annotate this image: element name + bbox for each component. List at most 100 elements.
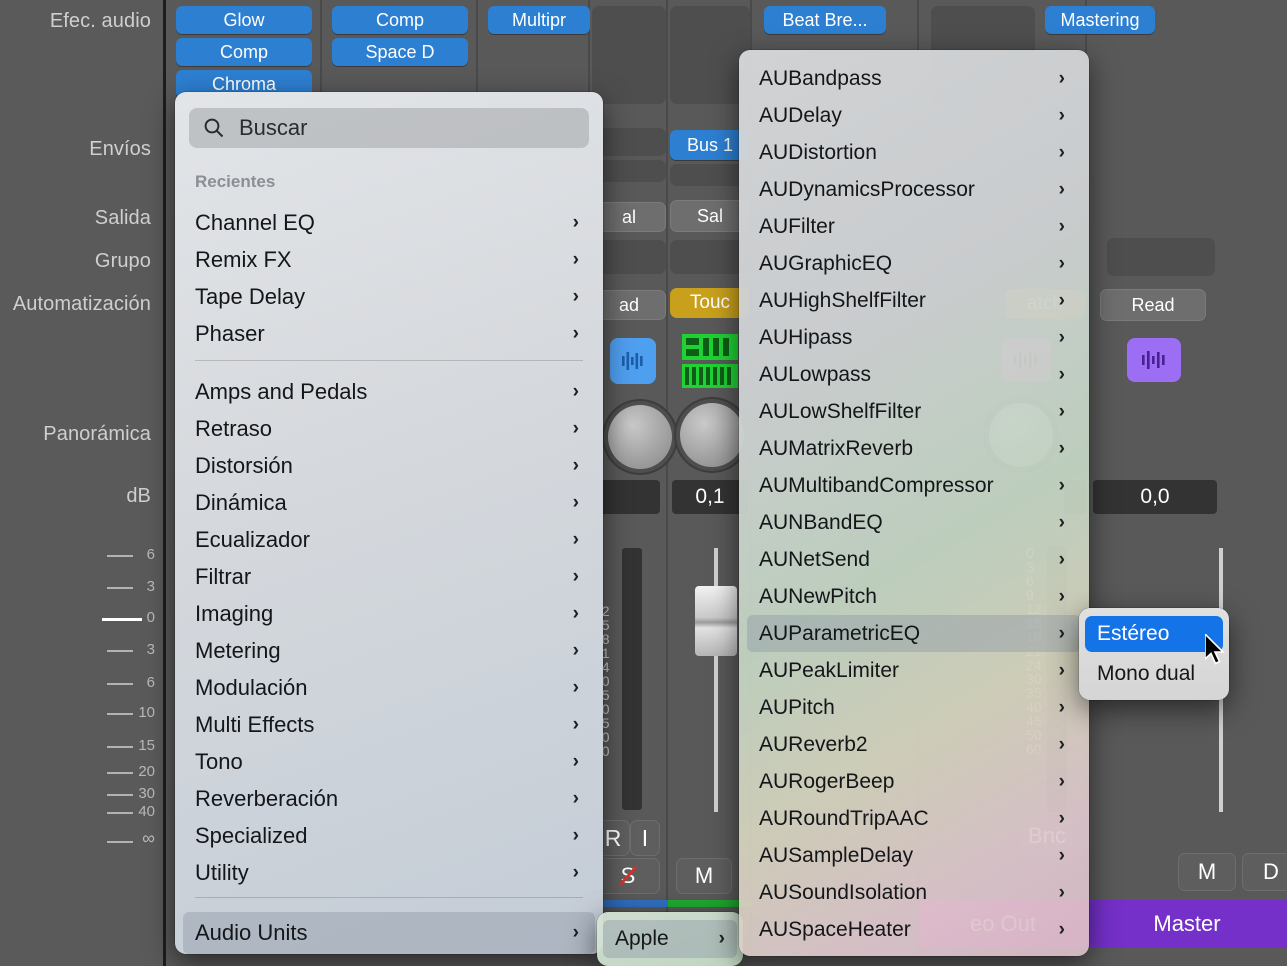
volume-fader[interactable] <box>695 586 737 656</box>
plugin-slot[interactable]: Comp <box>332 6 468 34</box>
track-icon[interactable] <box>682 364 738 388</box>
automation-mode-button[interactable]: Read <box>1100 289 1206 321</box>
menu-item-imaging[interactable]: Imaging › <box>183 595 595 633</box>
menu-item-phaser[interactable]: Phaser › <box>183 315 595 353</box>
menu-item-audistortion[interactable]: AUDistortion › <box>747 134 1081 171</box>
menu-item-aurogerbeep[interactable]: AURogerBeep › <box>747 763 1081 800</box>
automation-mode-button[interactable]: Touc <box>670 288 750 318</box>
menu-item-ausampledelay[interactable]: AUSampleDelay › <box>747 837 1081 874</box>
menu-item-aumatrixreverb[interactable]: AUMatrixReverb › <box>747 430 1081 467</box>
search-input[interactable]: Buscar <box>189 108 589 148</box>
menu-item-aumultibandcompressor[interactable]: AUMultibandCompressor › <box>747 467 1081 504</box>
menu-item-auspaceheater[interactable]: AUSpaceHeater › <box>747 911 1081 948</box>
menu-item-filtrar[interactable]: Filtrar › <box>183 558 595 596</box>
pan-value[interactable] <box>598 480 660 514</box>
menu-item-auparametriceq[interactable]: AUParametricEQ › <box>747 615 1081 652</box>
menu-item-channel-eq[interactable]: Channel EQ › <box>183 204 595 242</box>
menu-item-mono-dual[interactable]: Mono dual <box>1085 656 1223 692</box>
mute-button[interactable]: M <box>676 858 732 894</box>
plugin-slot[interactable]: Mastering <box>1045 6 1155 34</box>
pan-knob[interactable] <box>608 405 672 469</box>
audio-units-plugin-menu[interactable]: AUBandpass › AUDelay › AUDistortion › AU… <box>739 50 1089 956</box>
menu-item-amps-and-pedals[interactable]: Amps and Pedals › <box>183 373 595 411</box>
output-button[interactable]: Sal <box>670 200 750 232</box>
input-monitor-button[interactable]: I <box>630 820 660 856</box>
mute-button[interactable]: M <box>1178 853 1236 891</box>
menu-item-distorsion[interactable]: Distorsión › <box>183 447 595 485</box>
channel-strip-master[interactable]: Read 0,0 M D Master <box>1087 0 1287 948</box>
db-tick: 6 <box>147 674 155 691</box>
menu-item-estereo[interactable]: Estéreo <box>1085 616 1223 652</box>
manufacturer-submenu[interactable]: Apple › <box>597 912 743 966</box>
menu-item-aulowpass[interactable]: AULowpass › <box>747 356 1081 393</box>
track-icon[interactable] <box>682 334 738 360</box>
plugin-slot[interactable]: Comp <box>176 38 312 66</box>
track-name[interactable]: Master <box>1087 900 1287 948</box>
plugin-slot[interactable]: Multipr <box>488 6 590 34</box>
empty-plugin-slot[interactable] <box>1107 238 1215 276</box>
menu-item-label: AUHighShelfFilter <box>759 289 926 313</box>
output-button[interactable]: al <box>592 202 666 232</box>
plugin-slot[interactable]: Glow <box>176 6 312 34</box>
menu-item-label: Tono <box>195 749 243 775</box>
menu-item-aufilter[interactable]: AUFilter › <box>747 208 1081 245</box>
track-icon[interactable] <box>1127 338 1181 382</box>
menu-item-dinamica[interactable]: Dinámica › <box>183 484 595 522</box>
menu-item-label: AUMultibandCompressor <box>759 474 994 498</box>
solo-button[interactable]: S <box>596 858 660 894</box>
dim-button[interactable]: D <box>1242 853 1287 891</box>
menu-item-audio-units[interactable]: Audio Units › <box>183 912 595 954</box>
empty-plugin-slot[interactable] <box>592 6 666 104</box>
menu-item-apple[interactable]: Apple › <box>603 920 737 958</box>
pan-knob[interactable] <box>680 403 744 467</box>
track-icon[interactable] <box>610 338 656 384</box>
menu-item-aunetsend[interactable]: AUNetSend › <box>747 541 1081 578</box>
send-slot[interactable] <box>592 128 666 156</box>
menu-item-retraso[interactable]: Retraso › <box>183 410 595 448</box>
menu-item-ecualizador[interactable]: Ecualizador › <box>183 521 595 559</box>
menu-item-aubandpass[interactable]: AUBandpass › <box>747 60 1081 97</box>
menu-item-auroundtripaac[interactable]: AURoundTripAAC › <box>747 800 1081 837</box>
menu-item-remix-fx[interactable]: Remix FX › <box>183 241 595 279</box>
send-slot[interactable]: Bus 1 <box>670 130 750 160</box>
menu-item-audelay[interactable]: AUDelay › <box>747 97 1081 134</box>
automation-mode-button[interactable]: ad <box>592 290 666 320</box>
menu-item-augraphiceq[interactable]: AUGraphicEQ › <box>747 245 1081 282</box>
group-slot[interactable] <box>592 240 666 274</box>
chevron-right-icon: › <box>573 922 579 944</box>
menu-item-reverberacion[interactable]: Reverberación › <box>183 780 595 818</box>
chevron-right-icon: › <box>1059 290 1065 312</box>
menu-item-ausoundisolation[interactable]: AUSoundIsolation › <box>747 874 1081 911</box>
chevron-right-icon: › <box>1059 660 1065 682</box>
menu-item-aupitch[interactable]: AUPitch › <box>747 689 1081 726</box>
menu-item-tape-delay[interactable]: Tape Delay › <box>183 278 595 316</box>
menu-item-auhighshelffilter[interactable]: AUHighShelfFilter › <box>747 282 1081 319</box>
plugin-slot[interactable]: Beat Bre... <box>764 6 886 34</box>
menu-item-aureverb2[interactable]: AUReverb2 › <box>747 726 1081 763</box>
mouse-cursor <box>1205 634 1227 668</box>
group-slot[interactable] <box>670 240 750 274</box>
menu-item-label: Tape Delay <box>195 284 305 310</box>
menu-item-multi-effects[interactable]: Multi Effects › <box>183 706 595 744</box>
menu-item-tono[interactable]: Tono › <box>183 743 595 781</box>
menu-item-utility[interactable]: Utility › <box>183 854 595 892</box>
menu-item-aunewpitch[interactable]: AUNewPitch › <box>747 578 1081 615</box>
menu-item-aulowshelffilter[interactable]: AULowShelfFilter › <box>747 393 1081 430</box>
menu-item-specialized[interactable]: Specialized › <box>183 817 595 855</box>
menu-item-label: Imaging <box>195 601 273 627</box>
menu-item-auhipass[interactable]: AUHipass › <box>747 319 1081 356</box>
menu-item-metering[interactable]: Metering › <box>183 632 595 670</box>
plugin-category-menu[interactable]: Buscar Recientes Channel EQ › Remix FX ›… <box>175 92 603 954</box>
send-slot[interactable] <box>592 160 666 182</box>
empty-plugin-slot[interactable] <box>670 6 750 104</box>
plugin-slot[interactable]: Space D <box>332 38 468 66</box>
menu-item-aunbandeq[interactable]: AUNBandEQ › <box>747 504 1081 541</box>
chevron-right-icon: › <box>1059 253 1065 275</box>
volume-value[interactable]: 0,0 <box>1093 480 1217 514</box>
pan-value[interactable]: 0,1 <box>672 480 748 514</box>
chevron-right-icon: › <box>573 492 579 514</box>
menu-item-aupeaklimiter[interactable]: AUPeakLimiter › <box>747 652 1081 689</box>
menu-item-audynamicsprocessor[interactable]: AUDynamicsProcessor › <box>747 171 1081 208</box>
send-slot[interactable] <box>670 164 750 186</box>
menu-item-modulacion[interactable]: Modulación › <box>183 669 595 707</box>
